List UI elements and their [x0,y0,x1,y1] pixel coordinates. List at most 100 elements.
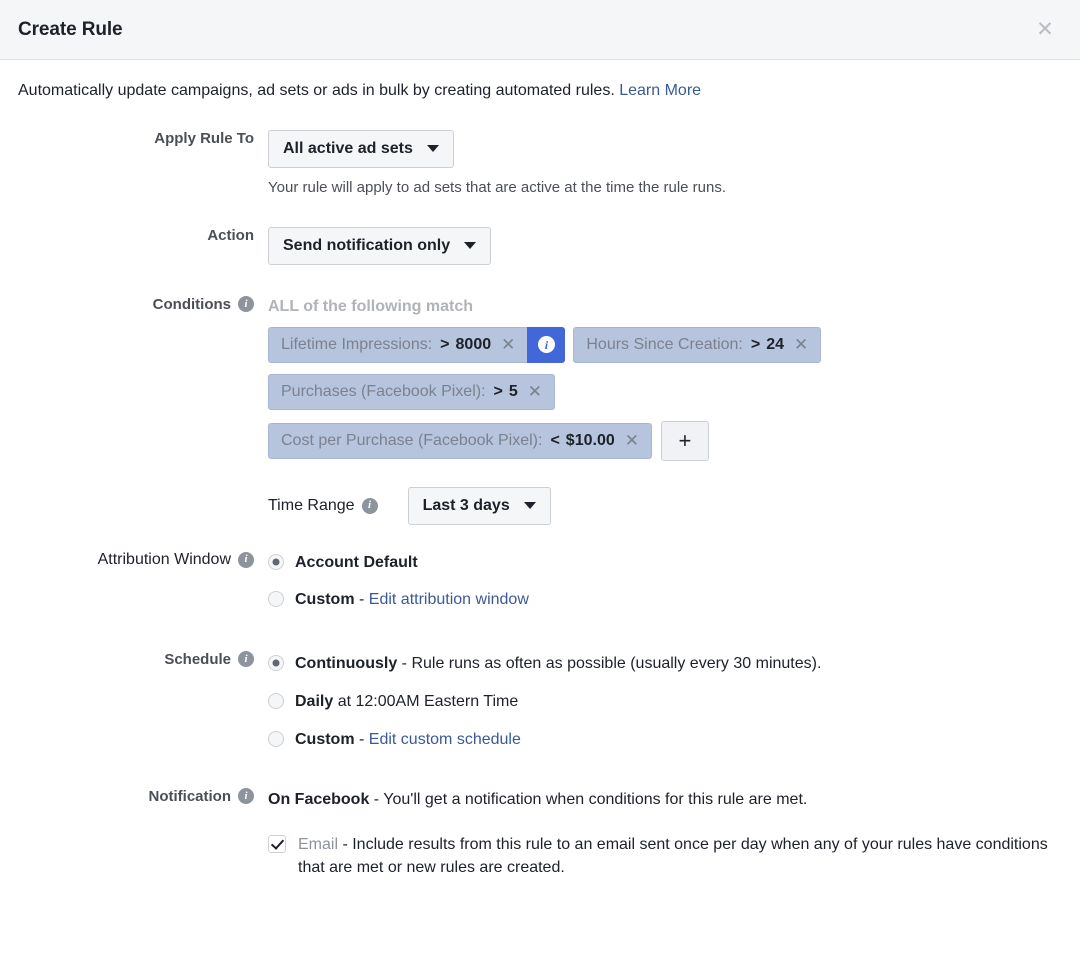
schedule-option-custom[interactable]: Custom - Edit custom schedule [268,728,1062,751]
condition-name: Purchases (Facebook Pixel): [281,383,486,401]
apply-rule-to-label: Apply Rule To [18,130,268,147]
radio-button[interactable] [268,655,284,671]
option-rest: - [355,591,369,608]
option-title: Custom [295,591,355,608]
condition-value: 8000 [456,336,492,354]
dialog-header: Create Rule ✕ [0,0,1080,60]
remove-condition-icon[interactable]: ✕ [528,383,542,400]
remove-condition-icon[interactable]: ✕ [794,336,808,353]
chevron-down-icon [524,502,536,509]
page-title: Create Rule [18,19,123,41]
email-checkbox[interactable] [268,835,286,853]
info-icon[interactable]: i [238,296,254,312]
intro-sentence: Automatically update campaigns, ad sets … [18,82,615,99]
on-facebook-rest: - You'll get a notification when conditi… [369,791,807,808]
info-icon: i [538,336,555,353]
notification-label: Notification i [18,788,268,805]
condition-chip[interactable]: Cost per Purchase (Facebook Pixel): < $1… [268,423,652,459]
notification-email-row[interactable]: Email - Include results from this rule t… [268,833,1062,879]
attribution-option-account-default[interactable]: Account Default [268,551,529,574]
condition-name: Lifetime Impressions: [281,336,432,354]
option-rest: - Rule runs as often as possible (usuall… [397,655,821,672]
option-rest: - [355,731,369,748]
condition-chip[interactable]: Hours Since Creation: > 24 ✕ [573,327,821,363]
radio-button[interactable] [268,591,284,607]
radio-button[interactable] [268,731,284,747]
time-range-row: Time Range i Last 3 days [268,487,1062,525]
notification-on-facebook: On Facebook - You'll get a notification … [268,788,1062,811]
option-title: Custom [295,731,355,748]
attribution-option-custom[interactable]: Custom - Edit attribution window [268,588,529,611]
action-dropdown[interactable]: Send notification only [268,227,491,265]
apply-rule-to-value: All active ad sets [283,140,413,158]
attribution-option-text: Account Default [295,551,418,574]
remove-condition-icon[interactable]: ✕ [501,336,515,353]
condition-operator: > [440,336,449,354]
conditions-row: Conditions i ALL of the following match … [18,296,1062,525]
condition-value: $10.00 [566,432,615,450]
notification-label-text: Notification [149,788,232,805]
info-icon[interactable]: i [238,651,254,667]
attribution-option-text: Custom - Edit attribution window [295,588,529,611]
schedule-option-text: Continuously - Rule runs as often as pos… [295,652,821,675]
notification-row: Notification i On Facebook - You'll get … [18,788,1062,880]
option-title: Continuously [295,655,397,672]
condition-chip[interactable]: Lifetime Impressions: > 8000 ✕ [268,327,527,363]
condition-chip-row: Lifetime Impressions: > 8000 ✕ i Hours S… [268,327,1062,363]
condition-name: Hours Since Creation: [586,336,743,354]
condition-operator: < [550,432,559,450]
condition-info-badge[interactable]: i [527,327,565,363]
time-range-label-text: Time Range [268,497,355,515]
edit-custom-schedule-link[interactable]: Edit custom schedule [369,731,521,748]
notification-on-facebook-text: On Facebook - You'll get a notification … [268,788,807,811]
apply-rule-to-dropdown[interactable]: All active ad sets [268,130,454,168]
radio-button[interactable] [268,693,284,709]
email-rest: - Include results from this rule to an e… [298,836,1048,876]
schedule-option-text: Custom - Edit custom schedule [295,728,521,751]
intro-text: Automatically update campaigns, ad sets … [18,60,1062,106]
time-range-label: Time Range i [268,497,378,515]
info-icon[interactable]: i [238,788,254,804]
conditions-label: Conditions i [18,296,268,313]
condition-operator: > [494,383,503,401]
remove-condition-icon[interactable]: ✕ [625,432,639,449]
time-range-dropdown[interactable]: Last 3 days [408,487,551,525]
apply-rule-to-row: Apply Rule To All active ad sets Your ru… [18,130,1062,196]
edit-attribution-window-link[interactable]: Edit attribution window [369,591,529,608]
attribution-window-label-text: Attribution Window [98,551,231,569]
close-icon[interactable]: ✕ [1032,17,1058,43]
conditions-content: ALL of the following match Lifetime Impr… [268,296,1062,525]
apply-rule-to-helper: Your rule will apply to ad sets that are… [268,168,1062,196]
chevron-down-icon [427,145,439,152]
condition-value: 24 [766,336,784,354]
action-row: Action Send notification only [18,227,1062,265]
notification-content: On Facebook - You'll get a notification … [268,788,1062,880]
condition-chip-row: Purchases (Facebook Pixel): > 5 ✕ [268,374,1062,410]
schedule-label-text: Schedule [164,651,231,668]
notification-email-text: Email - Include results from this rule t… [298,833,1062,879]
schedule-option-daily[interactable]: Daily at 12:00AM Eastern Time [268,690,1062,713]
condition-operator: > [751,336,760,354]
attribution-window-row: Attribution Window i Account Default Cus… [18,549,1062,611]
condition-chip-row: Cost per Purchase (Facebook Pixel): < $1… [268,421,1062,461]
chevron-down-icon [464,242,476,249]
email-title: Email [298,836,338,853]
schedule-row: Schedule i Continuously - Rule runs as o… [18,651,1062,752]
info-icon[interactable]: i [238,552,254,568]
attribution-window-label: Attribution Window i [18,551,268,569]
schedule-options: Continuously - Rule runs as often as pos… [268,651,1062,752]
condition-name: Cost per Purchase (Facebook Pixel): [281,432,542,450]
conditions-heading: ALL of the following match [268,296,1062,316]
add-condition-button[interactable]: + [661,421,709,461]
action-content: Send notification only [268,227,1062,265]
schedule-option-continuously[interactable]: Continuously - Rule runs as often as pos… [268,652,1062,675]
apply-rule-to-content: All active ad sets Your rule will apply … [268,130,1062,196]
conditions-label-text: Conditions [153,296,231,313]
condition-chip[interactable]: Purchases (Facebook Pixel): > 5 ✕ [268,374,555,410]
radio-button[interactable] [268,554,284,570]
option-rest: at 12:00AM Eastern Time [333,693,518,710]
time-range-value: Last 3 days [423,497,510,515]
info-icon[interactable]: i [362,498,378,514]
option-title: Account Default [295,554,418,571]
learn-more-link[interactable]: Learn More [619,82,701,99]
